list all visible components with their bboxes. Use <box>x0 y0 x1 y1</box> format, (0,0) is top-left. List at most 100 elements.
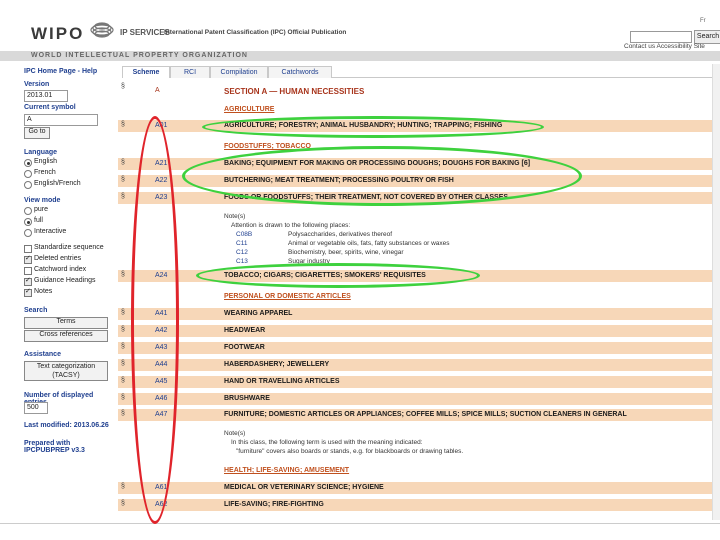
assistance-label: Assistance <box>24 351 61 358</box>
table-row[interactable]: § A44 HABERDASHERY; JEWELLERY <box>118 359 712 371</box>
class-title: HAND OR TRAVELLING ARTICLES <box>224 378 340 385</box>
sidebar-nav-links[interactable]: IPC Home Page - Help <box>24 68 97 75</box>
subheading-health: HEALTH; LIFE-SAVING; AMUSEMENT <box>224 467 350 474</box>
note-intro: Attention is drawn to the following plac… <box>231 222 351 229</box>
row-icon[interactable]: § <box>121 500 125 507</box>
horizontal-scrollbar[interactable] <box>0 523 720 524</box>
language-radio-english[interactable] <box>24 159 32 167</box>
tab-scheme[interactable]: Scheme <box>122 66 170 78</box>
class-title: HABERDASHERY; JEWELLERY <box>224 361 330 368</box>
note-heading: Note(s) <box>224 213 246 220</box>
row-icon[interactable]: § <box>121 83 125 90</box>
option-checkbox-notes[interactable] <box>24 287 32 297</box>
language-option-french: French <box>34 169 56 176</box>
row-icon[interactable]: § <box>121 176 125 183</box>
sidebar: IPC Home Page - Help Version 2013.01 Cur… <box>18 64 118 540</box>
red-highlight-oval <box>131 116 179 524</box>
row-icon[interactable]: § <box>121 410 125 417</box>
top-right-link[interactable]: Fr <box>700 18 706 24</box>
site-search-input[interactable] <box>630 31 692 43</box>
view-mode-radio-interactive[interactable] <box>24 229 32 237</box>
site-search-button[interactable]: Search <box>694 30 720 44</box>
displayed-entries-select[interactable]: 500 <box>24 402 48 414</box>
note-ref-text: Animal or vegetable oils, fats, fatty su… <box>288 240 450 247</box>
row-icon[interactable]: § <box>121 309 125 316</box>
view-mode-label: View mode <box>24 197 61 204</box>
option-checkbox-standardize[interactable] <box>24 245 32 253</box>
table-row[interactable]: § A45 HAND OR TRAVELLING ARTICLES <box>118 376 712 388</box>
note-ref-code[interactable]: C13 <box>236 258 248 265</box>
current-symbol-input[interactable]: A <box>24 114 98 126</box>
row-icon[interactable]: § <box>121 159 125 166</box>
wipo-logo-text: WIPO <box>31 24 85 43</box>
tab-compilation[interactable]: Compilation <box>210 66 268 78</box>
option-guidance-headings: Guidance Headings <box>34 277 96 284</box>
green-highlight-oval <box>202 116 544 138</box>
organization-bar: WORLD INTELLECTUAL PROPERTY ORGANIZATION <box>0 51 720 61</box>
row-icon[interactable]: § <box>121 271 125 278</box>
search-label: Search <box>24 307 48 314</box>
note-ref-text: Polysaccharides, derivatives thereof <box>288 231 393 238</box>
last-modified: Last modified: 2013.06.26 <box>24 422 109 429</box>
note-ref-code[interactable]: C08B <box>236 231 252 238</box>
option-notes: Notes <box>34 288 53 295</box>
table-row[interactable]: § A41 WEARING APPAREL <box>118 308 712 320</box>
section-code[interactable]: A <box>155 87 160 94</box>
vertical-scrollbar[interactable] <box>712 64 720 520</box>
row-icon[interactable]: § <box>121 483 125 490</box>
note-line: "furniture" covers also boards or stands… <box>236 448 464 455</box>
wipo-logo-icon <box>90 22 114 38</box>
option-catchword-index: Catchword index <box>34 266 87 273</box>
section-title: SECTION A — HUMAN NECESSITIES <box>224 87 365 96</box>
version-select[interactable]: 2013.01 <box>24 90 68 102</box>
note-ref-code[interactable]: C12 <box>236 249 248 256</box>
table-row[interactable]: § A42 HEADWEAR <box>118 325 712 337</box>
option-checkbox-guidance[interactable] <box>24 276 32 286</box>
subheading-agriculture: AGRICULTURE <box>224 106 275 113</box>
note-heading: Note(s) <box>224 430 246 437</box>
table-row[interactable]: § A46 BRUSHWARE <box>118 393 712 405</box>
option-standardize-sequence: Standardize sequence <box>34 244 104 251</box>
row-icon[interactable]: § <box>121 377 125 384</box>
organization-name: WORLD INTELLECTUAL PROPERTY ORGANIZATION <box>31 52 248 59</box>
table-row[interactable]: § A62 LIFE-SAVING; FIRE-FIGHTING <box>118 499 712 511</box>
class-title: LIFE-SAVING; FIRE-FIGHTING <box>224 501 324 508</box>
language-radio-french[interactable] <box>24 170 32 178</box>
option-checkbox-deleted[interactable] <box>24 254 32 264</box>
class-title: MEDICAL OR VETERINARY SCIENCE; HYGIENE <box>224 484 384 491</box>
row-icon[interactable]: § <box>121 394 125 401</box>
row-icon[interactable]: § <box>121 360 125 367</box>
class-title: HEADWEAR <box>224 327 266 334</box>
tab-catchwords[interactable]: Catchwords <box>268 66 332 78</box>
view-mode-radio-full[interactable] <box>24 218 32 226</box>
top-links[interactable]: Contact us Accessibility Site <box>624 43 720 50</box>
go-to-button[interactable]: Go to <box>24 127 50 139</box>
section-row: § A SECTION A — HUMAN NECESSITIES <box>118 82 712 96</box>
language-option-english-french: English/French <box>34 180 81 187</box>
publication-title: International Patent Classification (IPC… <box>164 29 347 36</box>
green-highlight-oval <box>182 146 582 206</box>
terms-button[interactable]: Terms <box>24 317 108 329</box>
language-label: Language <box>24 149 58 156</box>
green-highlight-oval <box>196 263 480 288</box>
cross-references-button[interactable]: Cross references <box>24 330 108 342</box>
option-deleted-entries: Deleted entries <box>34 255 82 262</box>
row-icon[interactable]: § <box>121 343 125 350</box>
view-mode-radio-pure[interactable] <box>24 207 32 215</box>
class-title: WEARING APPAREL <box>224 310 293 317</box>
language-radio-english-french[interactable] <box>24 181 32 189</box>
language-option-english: English <box>34 158 57 165</box>
tab-rci[interactable]: RCI <box>170 66 210 78</box>
ip-services-label: IP SERVICES <box>120 28 170 37</box>
table-row[interactable]: § A43 FOOTWEAR <box>118 342 712 354</box>
note-ref-code[interactable]: C11 <box>236 240 247 247</box>
text-categorization-button[interactable]: Text categorization (TACSY) <box>24 361 108 381</box>
row-icon[interactable]: § <box>121 326 125 333</box>
row-icon[interactable]: § <box>121 121 125 128</box>
option-checkbox-catchword[interactable] <box>24 267 32 275</box>
table-row[interactable]: § A47 FURNITURE; DOMESTIC ARTICLES OR AP… <box>118 409 712 421</box>
row-icon[interactable]: § <box>121 193 125 200</box>
table-row[interactable]: § A61 MEDICAL OR VETERINARY SCIENCE; HYG… <box>118 482 712 494</box>
class-title: FOOTWEAR <box>224 344 265 351</box>
view-mode-option-full: full <box>34 217 43 224</box>
